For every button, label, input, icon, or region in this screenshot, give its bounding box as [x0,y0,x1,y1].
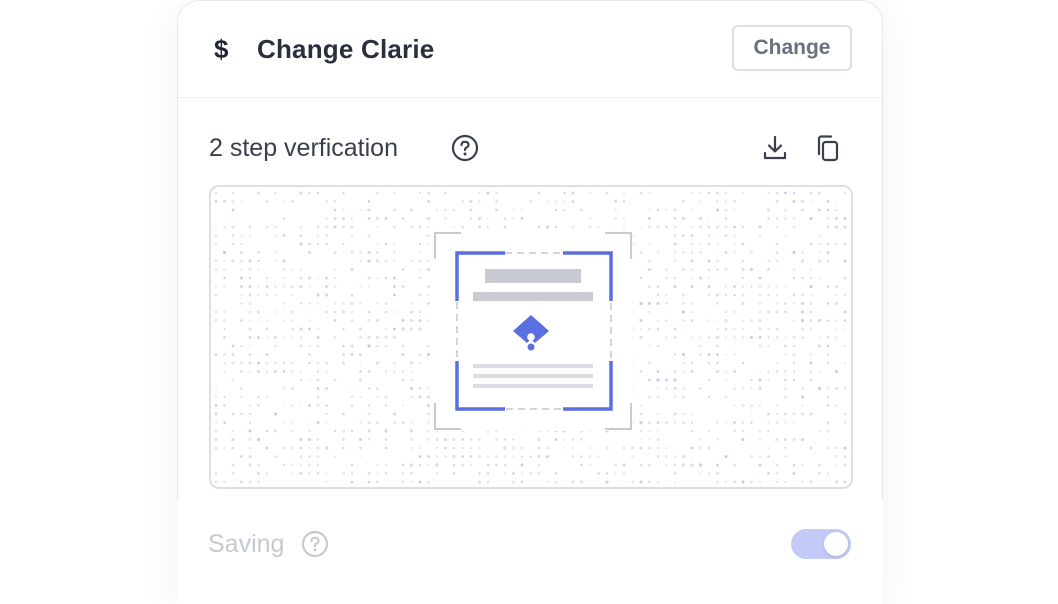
copy-icon[interactable] [814,134,842,162]
download-icon[interactable] [761,134,789,162]
card-title: Change Clarie [257,34,435,64]
document-scan-illustration [433,231,633,431]
saving-toggle[interactable] [791,529,851,559]
toggle-knob [824,532,848,556]
card-header: $ Change Clarie Change [178,1,882,98]
saving-label: Saving [208,530,285,558]
change-button[interactable]: Change [732,25,852,71]
qr-scan-area [209,185,853,489]
question-circle-icon[interactable] [451,134,479,162]
question-circle-icon[interactable] [301,530,329,558]
verification-label: 2 step verfication [209,134,398,162]
dollar-icon: $ [214,34,229,64]
